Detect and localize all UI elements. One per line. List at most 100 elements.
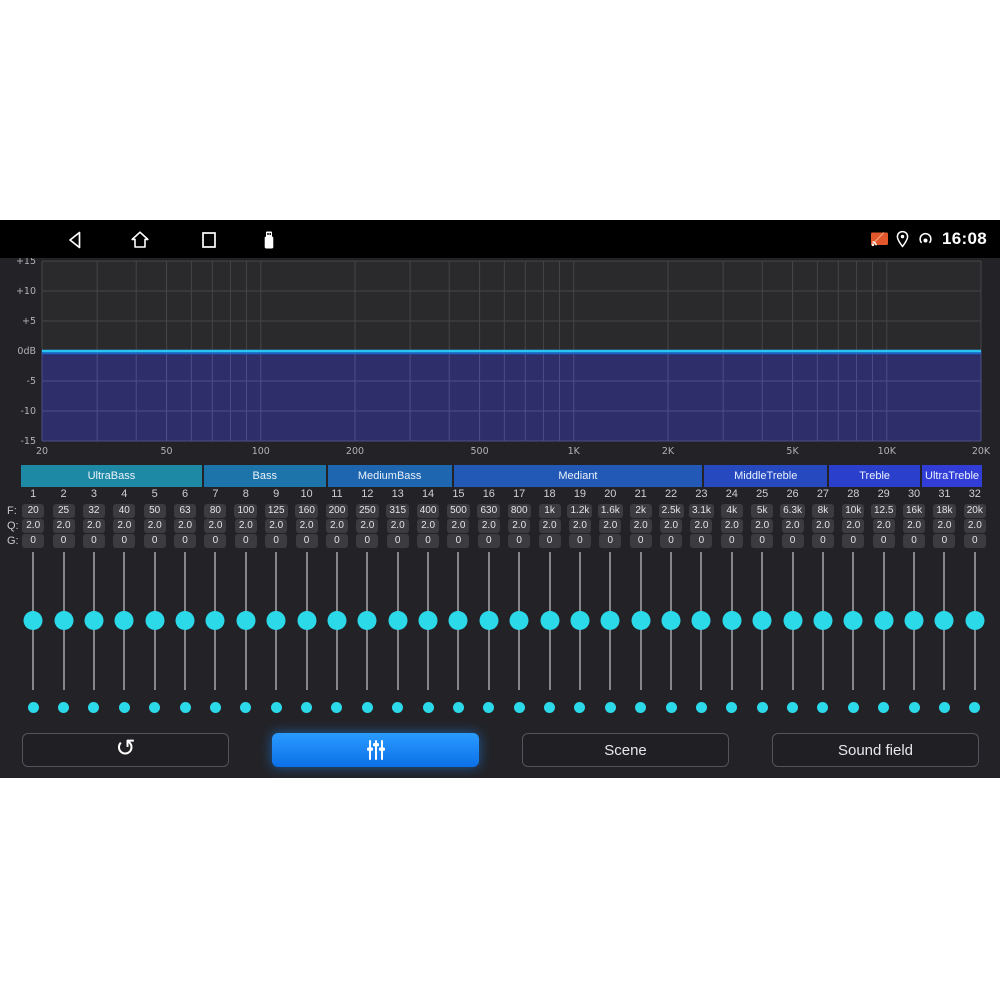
band-group-treble[interactable]: Treble: [829, 465, 920, 487]
eq-band-slider[interactable]: [595, 552, 625, 690]
eq-band-slider[interactable]: [352, 552, 382, 690]
slider-knob[interactable]: [570, 611, 589, 630]
channel-number-cell: 14: [413, 487, 443, 501]
eq-band-slider[interactable]: [960, 552, 990, 690]
slider-knob[interactable]: [358, 611, 377, 630]
eq-band-slider[interactable]: [656, 552, 686, 690]
slider-knob[interactable]: [540, 611, 559, 630]
slider-knob[interactable]: [753, 611, 772, 630]
frequency-value-chip: 10k: [842, 504, 864, 518]
slider-knob[interactable]: [631, 611, 650, 630]
slider-knob[interactable]: [24, 611, 43, 630]
scene-button[interactable]: Scene: [522, 733, 729, 767]
slider-knob[interactable]: [206, 611, 225, 630]
gain-value-chip: 0: [113, 534, 135, 548]
eq-band-slider[interactable]: [261, 552, 291, 690]
q-value-chip: 2.0: [539, 519, 561, 533]
home-icon[interactable]: [129, 229, 151, 251]
slider-knob[interactable]: [935, 611, 954, 630]
slider-knob[interactable]: [692, 611, 711, 630]
slider-knob[interactable]: [267, 611, 286, 630]
eq-band-slider[interactable]: [231, 552, 261, 690]
slider-knob[interactable]: [419, 611, 438, 630]
eq-band-slider[interactable]: [474, 552, 504, 690]
gain-value-chip-cell: 0: [352, 534, 382, 548]
eq-band-slider[interactable]: [899, 552, 929, 690]
band-group-mediant[interactable]: Mediant: [454, 465, 703, 487]
band-group-mediumbass[interactable]: MediumBass: [328, 465, 452, 487]
slider-knob[interactable]: [84, 611, 103, 630]
slider-knob[interactable]: [449, 611, 468, 630]
eq-band-slider[interactable]: [929, 552, 959, 690]
back-icon[interactable]: [65, 229, 87, 251]
channel-number: 10: [300, 488, 312, 500]
band-indicator-dot: [210, 702, 221, 713]
eq-band-slider[interactable]: [322, 552, 352, 690]
slider-knob[interactable]: [388, 611, 407, 630]
eq-band-slider[interactable]: [717, 552, 747, 690]
eq-band-slider[interactable]: [565, 552, 595, 690]
eq-band-slider[interactable]: [686, 552, 716, 690]
slider-knob[interactable]: [813, 611, 832, 630]
eq-band-slider[interactable]: [808, 552, 838, 690]
slider-knob[interactable]: [327, 611, 346, 630]
slider-knob[interactable]: [905, 611, 924, 630]
q-value-chip: 2.0: [204, 519, 226, 533]
band-group-middletreble[interactable]: MiddleTreble: [704, 465, 827, 487]
eq-band-slider[interactable]: [291, 552, 321, 690]
eq-band-slider[interactable]: [626, 552, 656, 690]
usb-device-icon[interactable]: [258, 229, 280, 251]
eq-band-slider[interactable]: [383, 552, 413, 690]
eq-band-slider[interactable]: [18, 552, 48, 690]
slider-knob[interactable]: [297, 611, 316, 630]
reset-button[interactable]: ↺: [22, 733, 229, 767]
slider-knob[interactable]: [236, 611, 255, 630]
eq-band-slider[interactable]: [48, 552, 78, 690]
slider-knob[interactable]: [510, 611, 529, 630]
slider-knob[interactable]: [601, 611, 620, 630]
eq-band-slider[interactable]: [777, 552, 807, 690]
slider-knob[interactable]: [783, 611, 802, 630]
band-group-ultratreble[interactable]: UltraTreble: [922, 465, 982, 487]
channel-number-cell: 9: [261, 487, 291, 501]
eq-band-slider[interactable]: [413, 552, 443, 690]
band-indicator-dot: [848, 702, 859, 713]
frequency-value-chip-cell: 6.3k: [777, 504, 807, 518]
eq-band-slider[interactable]: [747, 552, 777, 690]
channel-number-cell: 11: [322, 487, 352, 501]
eq-band-slider[interactable]: [170, 552, 200, 690]
slider-knob[interactable]: [176, 611, 195, 630]
eq-band-slider[interactable]: [838, 552, 868, 690]
channel-number-cell: 1: [18, 487, 48, 501]
slider-knob[interactable]: [54, 611, 73, 630]
eq-band-slider[interactable]: [140, 552, 170, 690]
slider-knob[interactable]: [145, 611, 164, 630]
eq-band-slider[interactable]: [443, 552, 473, 690]
frequency-value-chip: 2k: [630, 504, 652, 518]
eq-band-slider[interactable]: [534, 552, 564, 690]
page-background: 16:08 +15+10+50dB-5-10-1520501002005001K…: [0, 0, 1000, 1000]
slider-knob[interactable]: [479, 611, 498, 630]
eq-band-slider[interactable]: [200, 552, 230, 690]
frequency-value-chip: 160: [295, 504, 318, 518]
eq-band-slider[interactable]: [79, 552, 109, 690]
band-group-ultrabass[interactable]: UltraBass: [21, 465, 202, 487]
eq-band-slider[interactable]: [869, 552, 899, 690]
gain-value-chip: 0: [144, 534, 166, 548]
slider-knob[interactable]: [844, 611, 863, 630]
slider-knob[interactable]: [662, 611, 681, 630]
channel-number: 8: [243, 488, 249, 500]
slider-knob[interactable]: [722, 611, 741, 630]
slider-knob[interactable]: [965, 611, 984, 630]
eq-button-active[interactable]: [272, 733, 479, 767]
band-group-bass[interactable]: Bass: [204, 465, 326, 487]
eq-band-slider[interactable]: [109, 552, 139, 690]
band-dot-cell: [231, 701, 261, 713]
q-value-chip: 2.0: [326, 519, 348, 533]
slider-knob[interactable]: [115, 611, 134, 630]
slider-knob[interactable]: [874, 611, 893, 630]
recents-icon[interactable]: [198, 229, 220, 251]
q-value-chip-cell: 2.0: [929, 519, 959, 533]
sound-field-button[interactable]: Sound field: [772, 733, 979, 767]
eq-band-slider[interactable]: [504, 552, 534, 690]
